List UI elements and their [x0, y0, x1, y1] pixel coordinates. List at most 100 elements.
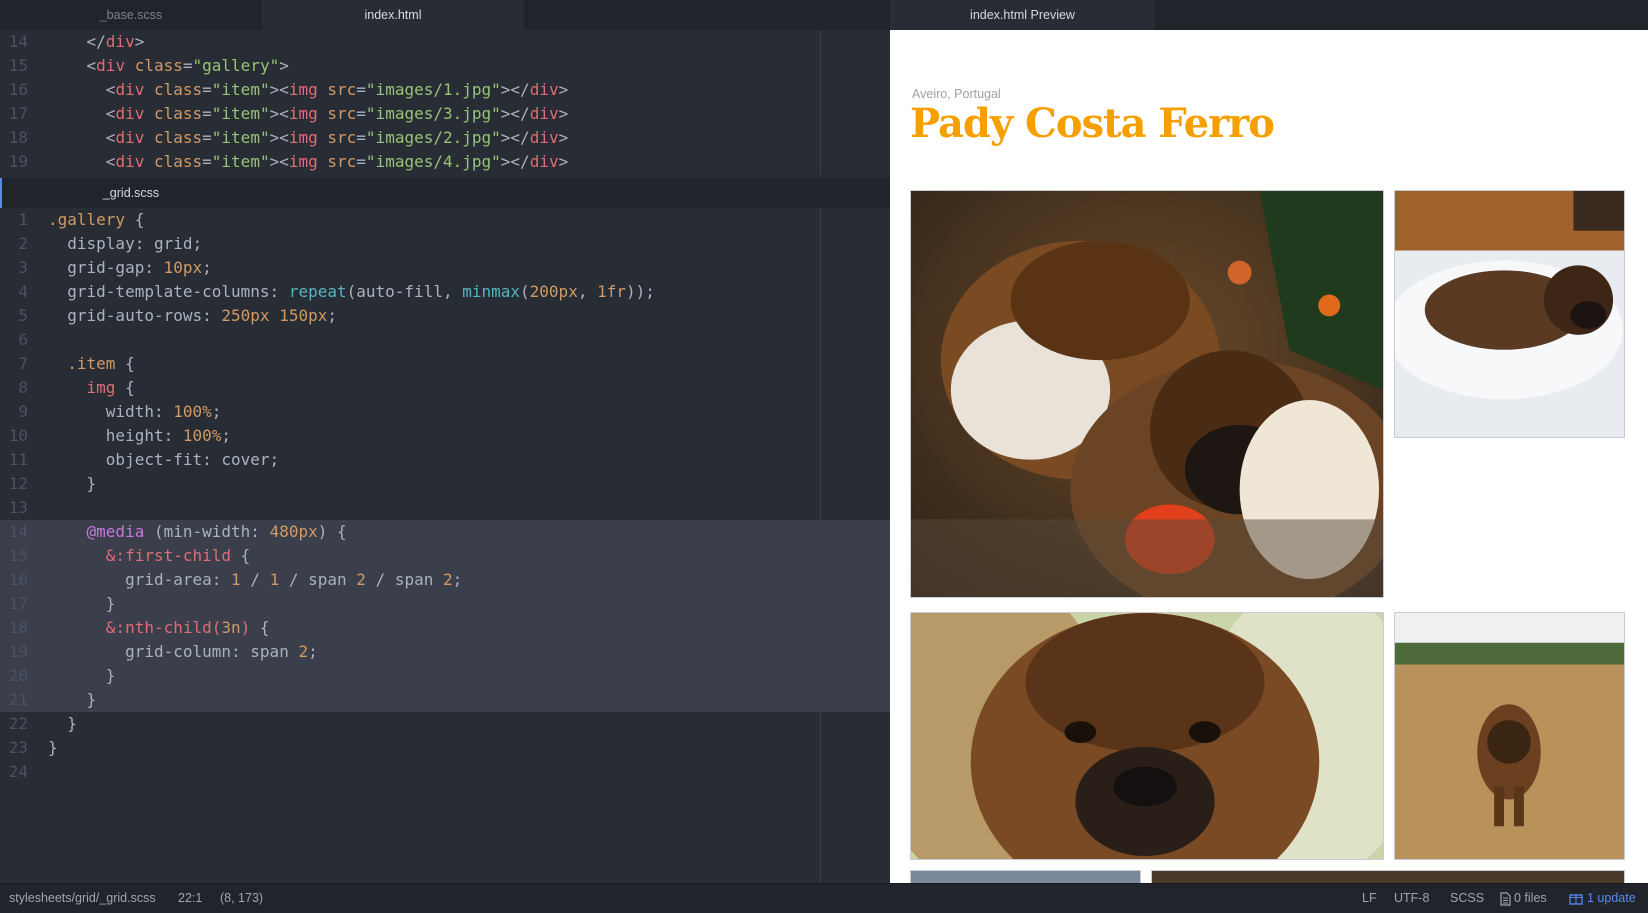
code-token: div [115, 104, 154, 123]
update-count: 1 update [1587, 891, 1636, 905]
line-number: 18 [8, 618, 28, 637]
line-number: 3 [18, 258, 28, 277]
code-line[interactable]: 22 } [0, 712, 890, 736]
code-token: 1fr [597, 282, 626, 301]
code-line[interactable]: 14 @media (min-width: 480px) { [0, 520, 890, 544]
code-text: } [48, 664, 116, 688]
line-number: 15 [8, 546, 28, 565]
code-token: img [288, 128, 328, 147]
code-token: grid-template-columns: [48, 282, 289, 301]
editor-pane-top[interactable]: 14 </div> 15 <div class="gallery"> 16 <div… [0, 30, 890, 175]
file-encoding[interactable]: UTF-8 [1394, 884, 1429, 913]
code-line[interactable]: 2 display: grid; [0, 232, 890, 256]
code-token: grid-area: [48, 570, 232, 589]
code-token: 3n [221, 618, 241, 637]
code-line[interactable]: 3 grid-gap: 10px; [0, 256, 890, 280]
update-notice[interactable]: 1 update [1569, 884, 1636, 913]
gallery-photo-2[interactable] [1394, 190, 1625, 438]
code-line[interactable]: 13 [0, 496, 890, 520]
code-text: &:first-child { [48, 544, 251, 568]
code-line[interactable]: 6 [0, 328, 890, 352]
code-line[interactable]: 5 grid-auto-rows: 250px 150px; [0, 304, 890, 328]
line-number: 9 [18, 402, 28, 421]
line-number: 8 [18, 378, 28, 397]
gallery-photo-4[interactable] [1394, 612, 1625, 860]
code-line[interactable]: 17 } [0, 592, 890, 616]
code-token: &:first-child [105, 546, 232, 565]
code-token: src [327, 152, 357, 171]
code-token: = [356, 104, 366, 123]
grammar-selector[interactable]: SCSS [1450, 884, 1484, 913]
code-token: "gallery" [192, 56, 280, 75]
code-token: { [125, 210, 145, 229]
tab-index-preview[interactable]: index.html Preview [890, 0, 1155, 30]
code-line[interactable]: 1 .gallery { [0, 208, 890, 232]
code-line[interactable]: 4 grid-template-columns: repeat(auto-fil… [0, 280, 890, 304]
code-token: minmax [462, 282, 521, 301]
line-number: 6 [18, 330, 28, 349]
line-number: 22 [8, 714, 28, 733]
code-line[interactable]: 15 <div class="gallery"> [0, 54, 890, 78]
gallery-photo-6[interactable] [1151, 870, 1625, 883]
code-token: = [356, 152, 366, 171]
code-line[interactable]: 19 grid-column: span 2; [0, 640, 890, 664]
code-token: ; [221, 426, 232, 445]
gallery-photo-1[interactable] [910, 190, 1384, 598]
dog-photo-image [1395, 191, 1624, 437]
line-ending[interactable]: LF [1362, 884, 1377, 913]
file-path[interactable]: stylesheets/grid/_grid.scss [9, 884, 156, 913]
code-line[interactable]: 17 <div class="item"><img src="images/3.… [0, 102, 890, 126]
code-token: grid-column: span [48, 642, 299, 661]
code-text: grid-gap: 10px; [48, 256, 212, 280]
bottom-tab-bar: _grid.scss [0, 178, 890, 208]
line-number: 15 [8, 56, 28, 75]
code-text: } [48, 736, 58, 760]
code-line[interactable]: 18 &:nth-child(3n) { [0, 616, 890, 640]
code-text: } [48, 592, 116, 616]
code-token: </ [86, 32, 106, 51]
code-line[interactable]: 16 grid-area: 1 / 1 / span 2 / span 2; [0, 568, 890, 592]
editor-pane-bottom[interactable]: 1 .gallery {2 display: grid; 3 grid-gap: 1… [0, 208, 890, 883]
code-token: height: [48, 426, 183, 445]
code-token: = [202, 104, 212, 123]
gallery-photo-3[interactable] [910, 612, 1384, 860]
line-number: 16 [8, 80, 28, 99]
code-line[interactable]: 21 } [0, 688, 890, 712]
line-number: 14 [8, 522, 28, 541]
gallery-photo-5[interactable] [910, 870, 1141, 883]
code-token: > [558, 128, 569, 147]
code-line[interactable]: 15 &:first-child { [0, 544, 890, 568]
code-token: / span [365, 570, 443, 589]
tab-base-scss[interactable]: _base.scss [0, 0, 262, 30]
code-line[interactable]: 10 height: 100%; [0, 424, 890, 448]
dog-photo-image [911, 613, 1383, 859]
code-line[interactable]: 23} [0, 736, 890, 760]
code-line[interactable]: 12 } [0, 472, 890, 496]
code-text: grid-area: 1 / 1 / span 2 / span 2; [48, 568, 462, 592]
line-number: 24 [8, 762, 28, 781]
code-line[interactable]: 11 object-fit: cover; [0, 448, 890, 472]
code-token: } [48, 594, 116, 613]
code-token: ( [520, 282, 530, 301]
code-line[interactable]: 20 } [0, 664, 890, 688]
code-line[interactable]: 24 [0, 760, 890, 784]
code-line[interactable]: 9 width: 100%; [0, 400, 890, 424]
code-token: ></ [500, 152, 530, 171]
code-token: } [48, 738, 58, 757]
cursor-position[interactable]: 22:1 [178, 884, 202, 913]
code-token: @media [86, 522, 145, 541]
code-token: 1 [269, 570, 280, 589]
tab-index-html[interactable]: index.html [262, 0, 524, 30]
code-line[interactable]: 18 <div class="item"><img src="images/2.… [0, 126, 890, 150]
code-line[interactable]: 19 <div class="item"><img src="images/4.… [0, 150, 890, 174]
git-files-status[interactable]: 0 files [1500, 884, 1547, 913]
tab-grid-scss[interactable]: _grid.scss [0, 178, 262, 208]
code-token: div [96, 56, 135, 75]
code-line[interactable]: 8 img { [0, 376, 890, 400]
code-line[interactable]: 7 .item { [0, 352, 890, 376]
dog-photo-image [911, 191, 1383, 597]
code-token: 200px [529, 282, 578, 301]
code-line[interactable]: 16 <div class="item"><img src="images/1.… [0, 78, 890, 102]
code-line[interactable]: 14 </div> [0, 30, 890, 54]
code-token: repeat [288, 282, 347, 301]
